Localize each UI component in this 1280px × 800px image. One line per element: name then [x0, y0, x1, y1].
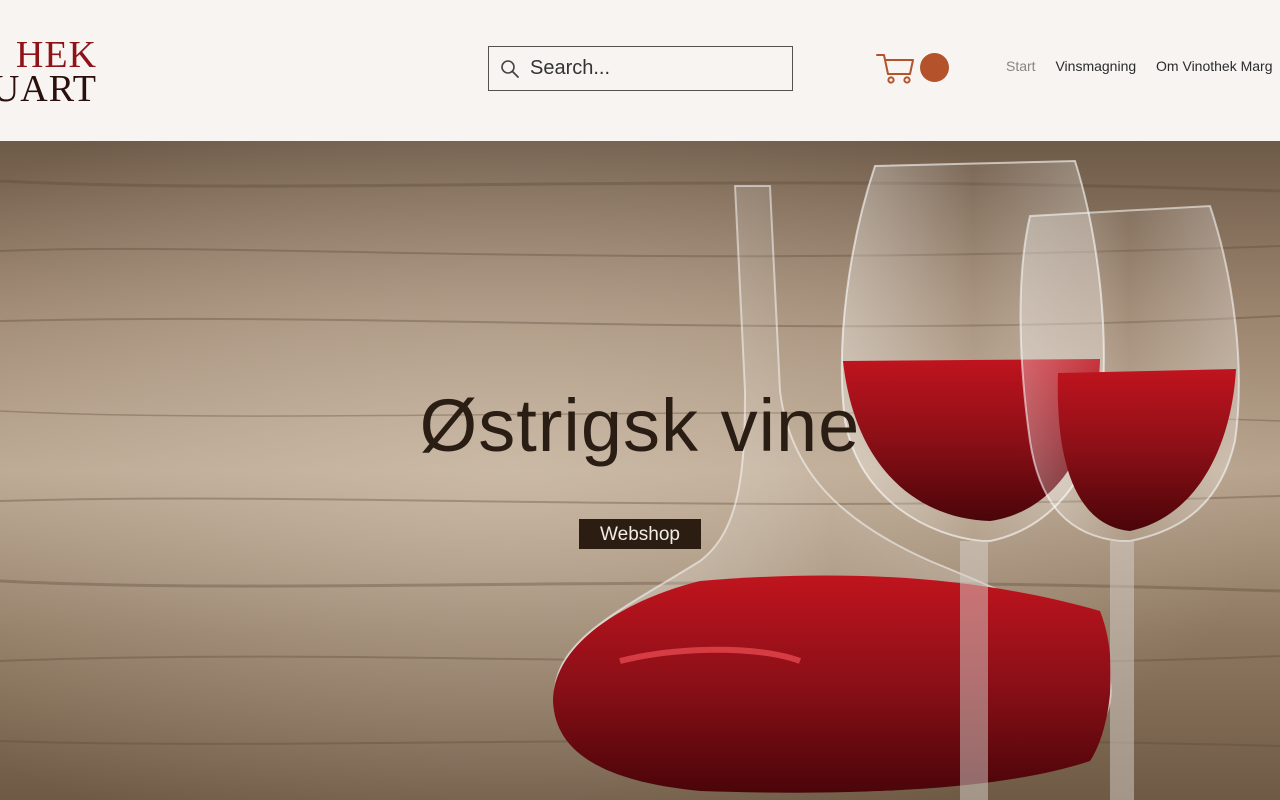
cart-icon [876, 54, 914, 84]
nav-item-vinsmagning[interactable]: Vinsmagning [1055, 58, 1136, 74]
site-header: HEK UART Start Vinsmagning Om Vinothek M… [0, 0, 1280, 141]
search-box[interactable] [488, 46, 793, 91]
cart-button[interactable] [876, 50, 952, 86]
cart-count-badge [920, 53, 949, 82]
webshop-button[interactable]: Webshop [579, 519, 701, 549]
hero-section: Østrigsk vine Webshop [0, 141, 1280, 800]
nav-item-om-vinothek[interactable]: Om Vinothek Marg [1156, 58, 1272, 74]
logo[interactable]: HEK UART [0, 34, 110, 110]
main-nav: Start Vinsmagning Om Vinothek Marg [998, 58, 1280, 74]
logo-text-line2: UART [0, 68, 97, 110]
search-icon [501, 59, 519, 78]
hero-title: Østrigsk vine [419, 384, 861, 467]
search-input[interactable] [530, 57, 780, 80]
nav-item-start[interactable]: Start [1006, 58, 1036, 74]
